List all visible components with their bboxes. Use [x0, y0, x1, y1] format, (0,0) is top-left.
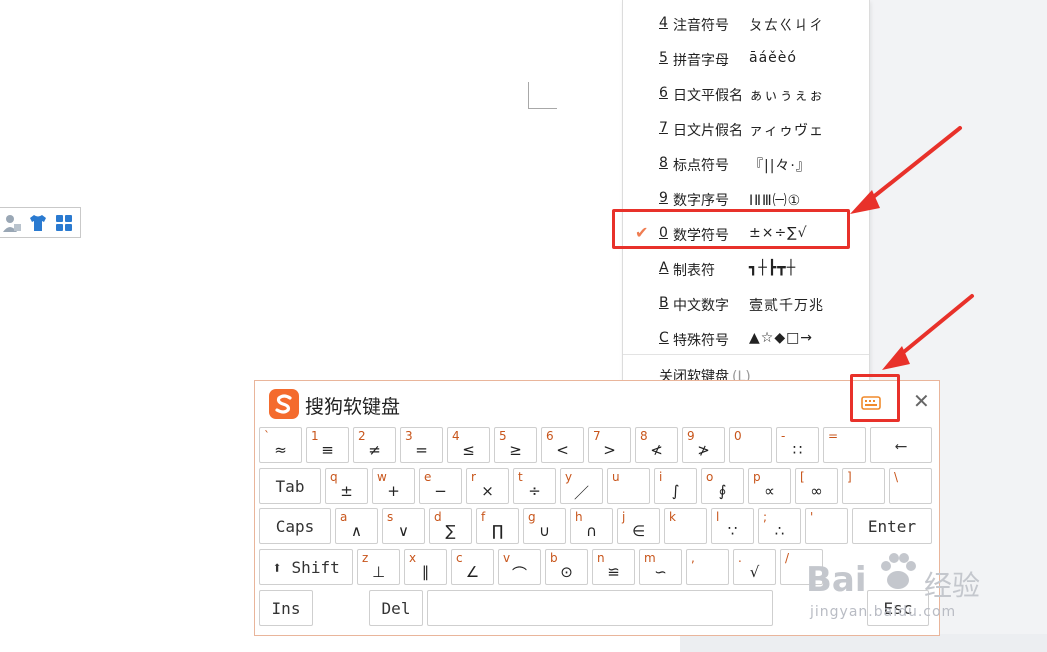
arrow-line-2: [892, 294, 974, 362]
watermark-word: Bai: [806, 560, 867, 600]
watermark-url: jingyan.baidu.com: [810, 604, 957, 620]
watermark-cn: 经验: [924, 569, 981, 602]
arrow-line-1: [860, 126, 962, 208]
paw-icon: [881, 553, 916, 589]
